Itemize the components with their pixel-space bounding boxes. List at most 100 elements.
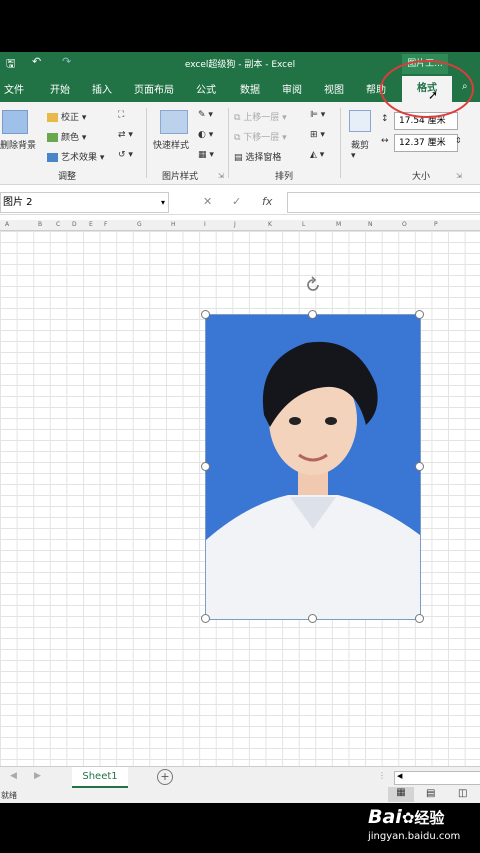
width-input[interactable]: 12.37 厘米 <box>394 134 458 152</box>
rotate-icon[interactable]: ◭ ▾ <box>310 150 324 160</box>
column-header[interactable]: A <box>5 221 9 228</box>
remove-background-icon <box>2 110 28 134</box>
add-sheet-button[interactable]: + <box>157 769 173 785</box>
column-header[interactable]: F <box>104 221 107 228</box>
tab-review[interactable]: 审阅 <box>282 81 302 96</box>
column-header[interactable]: B <box>38 221 42 228</box>
width-spinner[interactable]: ⇕ <box>455 136 462 145</box>
formula-bar: 图片 2 ▾ ✕ ✓ fx <box>0 190 480 215</box>
scroll-left-icon[interactable]: ◀ <box>10 771 17 781</box>
group-separator <box>146 108 147 178</box>
color-icon <box>47 133 58 142</box>
artistic-effects-button[interactable]: 艺术效果 ▾ <box>47 150 104 163</box>
bring-forward-icon: ⧉ <box>234 113 244 123</box>
highlight-circle <box>380 60 474 118</box>
resize-handle[interactable] <box>415 462 424 471</box>
tab-view[interactable]: 视图 <box>324 81 344 96</box>
resize-handle[interactable] <box>415 310 424 319</box>
tab-insert[interactable]: 插入 <box>92 81 112 96</box>
excel-window: 🖫 ↶ ↷ excel超级狗 - 副本 - Excel 图片工... 文件 开始… <box>0 52 480 803</box>
tab-data[interactable]: 数据 <box>240 81 260 96</box>
column-header[interactable]: K <box>268 221 272 228</box>
align-icon[interactable]: ⊫ ▾ <box>310 110 325 120</box>
group-separator <box>340 108 341 178</box>
adjust-group-label: 调整 <box>58 172 77 182</box>
crop-icon <box>349 110 371 132</box>
tab-home[interactable]: 开始 <box>50 81 70 96</box>
size-group-label: 大小 <box>412 172 431 182</box>
column-header[interactable]: G <box>137 221 142 228</box>
horizontal-scrollbar[interactable]: ◀ <box>394 771 480 785</box>
send-backward-icon: ⧉ <box>234 133 244 143</box>
artistic-effects-icon <box>47 153 58 162</box>
quick-styles-button[interactable]: 快速样式 <box>153 138 189 151</box>
watermark-url: jingyan.baidu.com <box>368 831 461 842</box>
picture-border-icon[interactable]: ✎ ▾ <box>198 110 213 120</box>
quick-styles-icon <box>160 110 188 134</box>
arrange-group-label: 排列 <box>275 172 294 182</box>
width-icon: ↔ <box>381 136 389 146</box>
column-header[interactable]: E <box>89 221 93 228</box>
color-button[interactable]: 颜色 ▾ <box>47 130 86 143</box>
more-icon[interactable]: ⋮ <box>378 771 386 780</box>
sheet-tab-bar: ◀ ▶ Sheet1 + ⋮ ◀ <box>0 766 480 789</box>
page-break-view-icon[interactable]: ◫ <box>458 788 467 799</box>
group-objects-icon[interactable]: ⊞ ▾ <box>310 130 325 140</box>
remove-background-button[interactable]: 删除背景 <box>0 138 36 151</box>
picture-layout-icon[interactable]: ▦ ▾ <box>198 150 214 160</box>
change-picture-icon[interactable]: ⇄ ▾ <box>118 130 133 140</box>
picture-styles-group-label: 图片样式 <box>162 172 199 182</box>
name-box-dropdown-icon[interactable]: ▾ <box>161 193 165 212</box>
resize-handle[interactable] <box>415 614 424 623</box>
rotate-handle-icon[interactable] <box>304 276 322 296</box>
status-bar: 就绪 ▦ ▤ ◫ <box>0 787 480 803</box>
sheet-tab[interactable]: Sheet1 <box>72 767 128 788</box>
column-header[interactable]: O <box>402 221 407 228</box>
column-header[interactable]: H <box>171 221 176 228</box>
name-box[interactable]: 图片 2 ▾ <box>0 192 169 213</box>
resize-handle[interactable] <box>308 310 317 319</box>
height-icon: ↕ <box>381 114 389 124</box>
tab-formulas[interactable]: 公式 <box>196 81 216 96</box>
selection-pane-button[interactable]: ▤ 选择窗格 <box>234 150 281 163</box>
portrait-photo <box>206 315 420 619</box>
column-header[interactable]: M <box>336 221 341 228</box>
scroll-right-icon[interactable]: ▶ <box>34 771 41 781</box>
scrollbar-left-icon[interactable]: ◀ <box>397 772 402 780</box>
crop-button[interactable]: 裁剪 ▾ <box>351 138 369 161</box>
column-headers: A B C D E F G H I J K L M N O P <box>0 220 480 231</box>
tab-page-layout[interactable]: 页面布局 <box>134 81 174 96</box>
cancel-icon[interactable]: ✕ <box>203 195 212 208</box>
column-header[interactable]: N <box>368 221 373 228</box>
column-header[interactable]: I <box>204 221 206 228</box>
corrections-icon <box>47 113 58 122</box>
enter-icon[interactable]: ✓ <box>232 195 241 208</box>
group-separator <box>228 108 229 178</box>
tab-file[interactable]: 文件 <box>4 81 24 96</box>
send-backward-button[interactable]: ⧉ 下移一层 ▾ <box>234 130 287 143</box>
column-header[interactable]: D <box>72 221 77 228</box>
resize-handle[interactable] <box>308 614 317 623</box>
picture-effects-icon[interactable]: ◐ ▾ <box>198 130 213 140</box>
selected-picture[interactable] <box>205 314 421 620</box>
column-header[interactable]: J <box>234 221 236 228</box>
resize-handle[interactable] <box>201 462 210 471</box>
normal-view-icon[interactable]: ▦ <box>388 787 414 802</box>
compress-icon[interactable]: ⛶ <box>118 110 124 120</box>
size-dialog-launcher-icon[interactable]: ⇲ <box>456 172 462 180</box>
column-header[interactable]: P <box>434 221 438 228</box>
column-header[interactable]: L <box>302 221 305 228</box>
column-header[interactable]: C <box>56 221 60 228</box>
bring-forward-button[interactable]: ⧉ 上移一层 ▾ <box>234 110 287 123</box>
formula-input[interactable] <box>287 192 480 213</box>
selection-pane-icon: ▤ <box>234 153 246 163</box>
reset-picture-icon[interactable]: ↺ ▾ <box>118 150 133 160</box>
page-layout-view-icon[interactable]: ▤ <box>426 788 435 799</box>
baidu-logo: Bai✿经验 <box>368 806 445 828</box>
resize-handle[interactable] <box>201 310 210 319</box>
dialog-launcher-icon[interactable]: ⇲ <box>218 172 224 180</box>
insert-function-button[interactable]: fx <box>262 195 272 208</box>
resize-handle[interactable] <box>201 614 210 623</box>
corrections-button[interactable]: 校正 ▾ <box>47 110 86 123</box>
paw-icon: ✿ <box>401 809 415 827</box>
